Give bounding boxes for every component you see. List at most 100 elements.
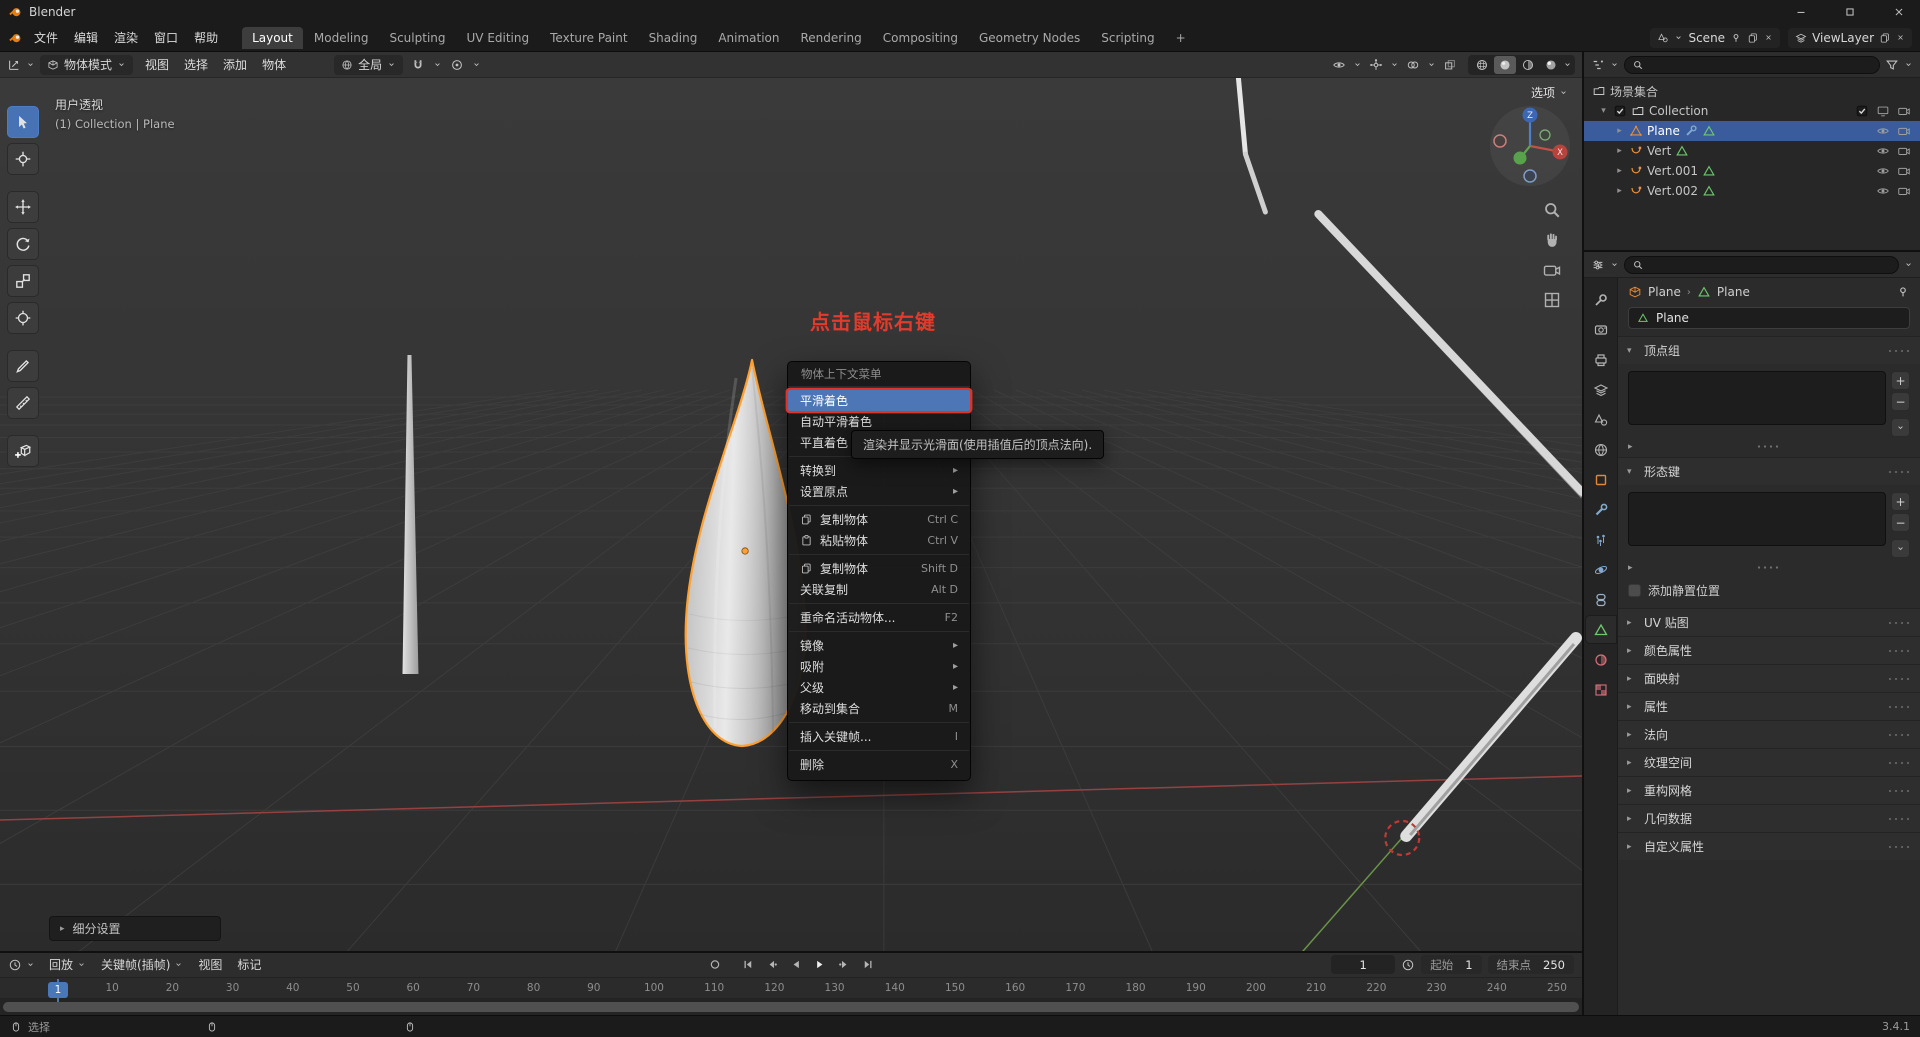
menubar-menu[interactable]: 文件 [26, 26, 66, 49]
viewport-menu[interactable]: 视图 [138, 54, 176, 75]
panel-grip-icon[interactable] [1887, 347, 1911, 354]
context-menu-item[interactable]: 吸附 ▸ [788, 656, 970, 677]
scrollbar-handle[interactable] [3, 1002, 1579, 1012]
overlays-button[interactable] [1402, 55, 1424, 75]
tool-annotate[interactable] [7, 350, 39, 382]
properties-search-input[interactable] [1624, 255, 1899, 274]
eye-icon[interactable] [1876, 124, 1890, 138]
properties-tab-texture[interactable] [1586, 676, 1616, 703]
frame-start-field[interactable]: 起始 1 [1421, 955, 1482, 975]
eye-icon[interactable] [1876, 164, 1890, 178]
context-menu-item[interactable]: 粘贴物体 Ctrl V [788, 530, 970, 551]
new-viewlayer-icon[interactable] [1879, 32, 1891, 44]
expand-arrow-icon[interactable]: ▸ [1628, 442, 1633, 452]
context-menu-item[interactable]: 删除 X [788, 754, 970, 775]
context-menu-item[interactable]: 复制物体 Ctrl C [788, 509, 970, 530]
context-menu-item[interactable]: 关联复制 Alt D [788, 579, 970, 600]
expand-arrow-icon[interactable]: ▾ [1598, 106, 1609, 116]
panel-header[interactable]: ▸ 属性 [1618, 693, 1920, 720]
chevron-down-icon[interactable] [1427, 60, 1436, 69]
properties-tab-constraints[interactable] [1586, 586, 1616, 613]
breadcrumb-object[interactable]: Plane [1648, 285, 1681, 299]
chevron-down-icon[interactable] [1610, 260, 1619, 269]
context-menu-item[interactable]: 自动平滑着色 [788, 411, 970, 432]
panel-header[interactable]: ▸ 纹理空间 [1618, 749, 1920, 776]
outliner-row-plane[interactable]: ▸ Plane [1584, 121, 1920, 141]
properties-tab-render[interactable] [1586, 316, 1616, 343]
snap-options-icon[interactable] [433, 60, 442, 69]
zoom-button[interactable] [1542, 200, 1562, 220]
menubar-menu[interactable]: 渲染 [106, 26, 146, 49]
keyframe-next-button[interactable] [833, 955, 855, 975]
timeline-menu[interactable]: 标记 [230, 954, 268, 975]
context-menu-item[interactable]: 设置原点 ▸ [788, 481, 970, 502]
timeline-editor-icon[interactable] [8, 958, 22, 972]
eye-icon[interactable] [1876, 144, 1890, 158]
menubar-menu[interactable]: 编辑 [66, 26, 106, 49]
workspace-tab-rendering[interactable]: Rendering [791, 27, 872, 49]
properties-tab-view-layer[interactable] [1586, 376, 1616, 403]
panel-header[interactable]: ▸ 颜色属性 [1618, 637, 1920, 664]
blender-menu-icon[interactable] [8, 31, 22, 45]
playhead-frame-badge[interactable]: 1 [48, 982, 68, 998]
ortho-toggle-button[interactable] [1542, 290, 1562, 310]
properties-tab-object-data[interactable] [1585, 616, 1616, 643]
specials-dropdown-button[interactable] [1891, 539, 1910, 558]
menubar-menu[interactable]: 帮助 [186, 26, 226, 49]
tool-move[interactable] [7, 191, 39, 223]
panel-grip-icon[interactable] [1887, 759, 1911, 766]
context-menu-item[interactable]: 复制物体 Shift D [788, 558, 970, 579]
expand-arrow-icon[interactable]: ▸ [1614, 146, 1625, 156]
add-item-button[interactable]: + [1891, 371, 1910, 390]
camera-icon[interactable] [1897, 184, 1911, 198]
viewport-menu[interactable]: 选择 [177, 54, 215, 75]
preview-range-icon[interactable] [1401, 958, 1415, 972]
transform-orientation-dropdown[interactable]: 全局 [334, 54, 404, 75]
workspace-tab-layout[interactable]: Layout [242, 26, 303, 49]
resize-grip-icon[interactable] [1756, 444, 1782, 449]
viewport-menu[interactable]: 添加 [216, 54, 254, 75]
add-item-button[interactable]: + [1891, 492, 1910, 511]
chevron-down-icon[interactable] [1610, 60, 1619, 69]
options-button[interactable]: 选项 [1531, 84, 1568, 101]
workspace-tab-animation[interactable]: Animation [708, 27, 789, 49]
pan-button[interactable] [1542, 230, 1562, 250]
workspace-tab-sculpting[interactable]: Sculpting [379, 27, 455, 49]
tool-add-cube[interactable] [7, 435, 39, 467]
panel-grip-icon[interactable] [1887, 647, 1911, 654]
jump-start-button[interactable] [737, 955, 759, 975]
panel-header[interactable]: ▸ UV 贴图 [1618, 609, 1920, 636]
tool-measure[interactable] [7, 387, 39, 419]
outliner-row-collection[interactable]: ▾ Collection [1584, 101, 1920, 121]
panel-grip-icon[interactable] [1887, 675, 1911, 682]
workspace-tab-compositing[interactable]: Compositing [873, 27, 968, 49]
viewlayer-selector[interactable]: ViewLayer [1788, 27, 1912, 48]
outliner-row-scene-collection[interactable]: 场景集合 [1584, 81, 1920, 101]
panel-header[interactable]: ▾ 顶点组 [1618, 337, 1920, 364]
tool-cursor[interactable] [7, 143, 39, 175]
camera-icon[interactable] [1897, 124, 1911, 138]
expand-arrow-icon[interactable]: ▸ [1628, 563, 1633, 573]
snap-toggle-button[interactable] [407, 55, 429, 75]
panel-grip-icon[interactable] [1887, 703, 1911, 710]
chevron-down-icon[interactable] [1904, 260, 1913, 269]
properties-tab-physics[interactable] [1586, 556, 1616, 583]
chevron-down-icon[interactable] [1390, 60, 1399, 69]
panel-header[interactable]: ▸ 重构网格 [1618, 777, 1920, 804]
panel-grip-icon[interactable] [1887, 787, 1911, 794]
expand-arrow-icon[interactable]: ▸ [1614, 166, 1625, 176]
workspace-tab-geometry-nodes[interactable]: Geometry Nodes [969, 27, 1090, 49]
mode-dropdown[interactable]: 物体模式 [40, 54, 134, 75]
properties-editor-icon[interactable] [1591, 258, 1605, 272]
current-frame-field[interactable]: 1 [1331, 955, 1396, 975]
play-button[interactable] [809, 955, 831, 975]
expand-arrow-icon[interactable]: ▸ [1614, 126, 1625, 136]
panel-grip-icon[interactable] [1887, 815, 1911, 822]
shading-rendered-button[interactable] [1540, 56, 1562, 74]
properties-tab-material[interactable] [1586, 646, 1616, 673]
data-list[interactable] [1628, 492, 1886, 546]
screen-icon[interactable] [1876, 104, 1890, 118]
tool-transform[interactable] [7, 302, 39, 334]
properties-tab-particles[interactable] [1586, 526, 1616, 553]
chevron-down-icon[interactable] [26, 60, 35, 69]
